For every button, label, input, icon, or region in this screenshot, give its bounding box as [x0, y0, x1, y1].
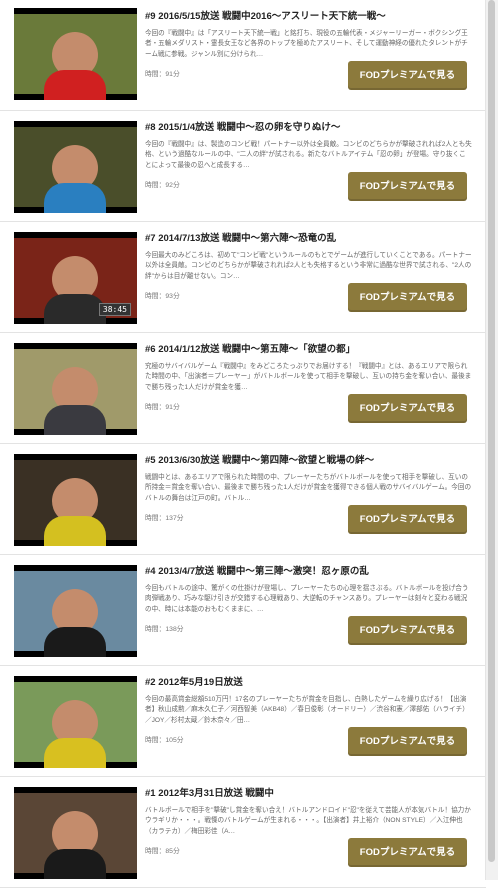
player-helmet-thumbnail[interactable] [14, 565, 137, 657]
fod-premium-watch-button[interactable]: FODプレミアムで見る [348, 61, 467, 90]
episode-title[interactable]: #5 2013/6/30放送 戦闘中〜第四陣〜欲望と戦場の絆〜 [145, 452, 475, 466]
episode-item: 38:45 #7 2014/7/13放送 戦闘中〜第六陣〜恐竜の乱今回最大のみどこ… [0, 222, 486, 333]
episode-item: #4 2013/4/7放送 戦闘中〜第三陣〜激突！忍ヶ原の乱今回もバトルの途中、… [0, 555, 486, 666]
thumbnail-scene [14, 793, 137, 879]
fod-premium-watch-button[interactable]: FODプレミアムで見る [348, 505, 467, 534]
fod-premium-watch-button[interactable]: FODプレミアムで見る [348, 394, 467, 423]
fod-premium-watch-button[interactable]: FODプレミアムで見る [348, 283, 467, 312]
person-body-shape [44, 70, 106, 100]
thumbnail-scene [14, 571, 137, 657]
episode-description: 究極のサバイバルゲーム『戦闘中』をみどころたっぷりでお届けする！『戦闘中』とは、… [145, 363, 472, 391]
scrollbar-thumb[interactable] [488, 0, 495, 862]
athlete-headband-thumbnail[interactable] [14, 8, 137, 100]
episode-item: #2 2012年5月19日放送今回の最高賞金総額510万円！17名のプレーヤーた… [0, 666, 486, 777]
episode-title[interactable]: #8 2015/1/4放送 戦闘中〜忍の卵を守りぬけ〜 [145, 119, 475, 133]
player-forest-thumbnail[interactable] [14, 343, 137, 435]
person-body-shape [44, 627, 106, 657]
episode-description: 戦闘中とは、あるエリアで限られた時間の中、プレーヤーたちがバトルボールを使って相… [145, 474, 472, 502]
episode-duration: 時間：93分 [145, 293, 180, 300]
episode-item: #5 2013/6/30放送 戦闘中〜第四陣〜欲望と戦場の絆〜戦闘中とは、あるエ… [0, 444, 486, 555]
person-body-shape [44, 294, 106, 324]
player-shouting-thumbnail[interactable] [14, 676, 137, 768]
episode-list: #9 2016/5/15放送 戦闘中2016〜アスリート天下統一戦〜今回の『戦闘… [0, 0, 486, 888]
episode-description: バトルボールで相手を"撃破"し賞金を奪い合え！バトルアンドロイド"忍"を従えて芸… [145, 807, 471, 835]
episode-item: #1 2012年3月31日放送 戦闘中バトルボールで相手を"撃破"し賞金を奪い合… [0, 777, 486, 888]
thumbnail-scene [14, 349, 137, 435]
episode-duration: 時間：91分 [145, 404, 180, 411]
person-body-shape [44, 516, 106, 546]
episode-description: 今回の最高賞金総額510万円！17名のプレーヤーたちが賞金を目指し、白熱したゲー… [145, 696, 469, 724]
episode-title[interactable]: #1 2012年3月31日放送 戦闘中 [145, 785, 475, 799]
episode-description: 今回の『戦闘中』は、製造のコンビ戦！パートナー以外は全員敵。コンビのどちらかが撃… [145, 141, 472, 169]
thumbnail-scene [14, 14, 137, 100]
thumbnail-scene [14, 460, 137, 546]
episode-title[interactable]: #7 2014/7/13放送 戦闘中〜第六陣〜恐竜の乱 [145, 230, 475, 244]
person-body-shape [44, 183, 106, 213]
episode-title[interactable]: #9 2016/5/15放送 戦闘中2016〜アスリート天下統一戦〜 [145, 8, 475, 22]
episode-description: 今回の『戦闘中』は「アスリート天下統一戦」と銘打ち、現役の五輪代表・メジャーリー… [145, 30, 468, 58]
fod-premium-watch-button[interactable]: FODプレミアムで見る [348, 616, 467, 645]
ninja-android-thumbnail[interactable] [14, 787, 137, 879]
player-vest-thumbnail[interactable] [14, 121, 137, 213]
episode-duration: 時間：85分 [145, 848, 180, 855]
fod-premium-watch-button[interactable]: FODプレミアムで見る [348, 838, 467, 867]
episode-duration: 時間：138分 [145, 626, 184, 633]
thumbnail-scene [14, 127, 137, 213]
thumbnail-scene [14, 682, 137, 768]
episode-title[interactable]: #2 2012年5月19日放送 [145, 674, 475, 688]
episode-duration: 時間：91分 [145, 71, 180, 78]
episode-item: #6 2014/1/12放送 戦闘中〜第五陣〜「欲望の都」究極のサバイバルゲーム… [0, 333, 486, 444]
vertical-scrollbar[interactable] [485, 0, 498, 880]
episode-description: 今回最大のみどころは、初めて"コンビ戦"というルールのもとでゲームが進行していく… [145, 252, 472, 280]
episode-item: #9 2016/5/15放送 戦闘中2016〜アスリート天下統一戦〜今回の『戦闘… [0, 0, 486, 111]
person-body-shape [44, 405, 106, 435]
episode-duration: 時間：137分 [145, 515, 184, 522]
timer-overlay: 38:45 [98, 303, 131, 316]
person-body-shape [44, 849, 106, 879]
two-players-thumbnail[interactable] [14, 454, 137, 546]
person-body-shape [44, 738, 106, 768]
episode-duration: 時間：92分 [145, 182, 180, 189]
fod-premium-watch-button[interactable]: FODプレミアムで見る [348, 727, 467, 756]
episode-item: #8 2015/1/4放送 戦闘中〜忍の卵を守りぬけ〜今回の『戦闘中』は、製造の… [0, 111, 486, 222]
episode-title[interactable]: #4 2013/4/7放送 戦闘中〜第三陣〜激突！忍ヶ原の乱 [145, 563, 475, 577]
player-red-gate-thumbnail[interactable]: 38:45 [14, 232, 137, 324]
episode-description: 今回もバトルの途中、驚がくの仕掛けが登場し、プレーヤーたちの心理を揺さぶる。バト… [145, 585, 469, 613]
fod-premium-watch-button[interactable]: FODプレミアムで見る [348, 172, 467, 201]
episode-title[interactable]: #6 2014/1/12放送 戦闘中〜第五陣〜「欲望の都」 [145, 341, 475, 355]
episode-duration: 時間：105分 [145, 737, 184, 744]
